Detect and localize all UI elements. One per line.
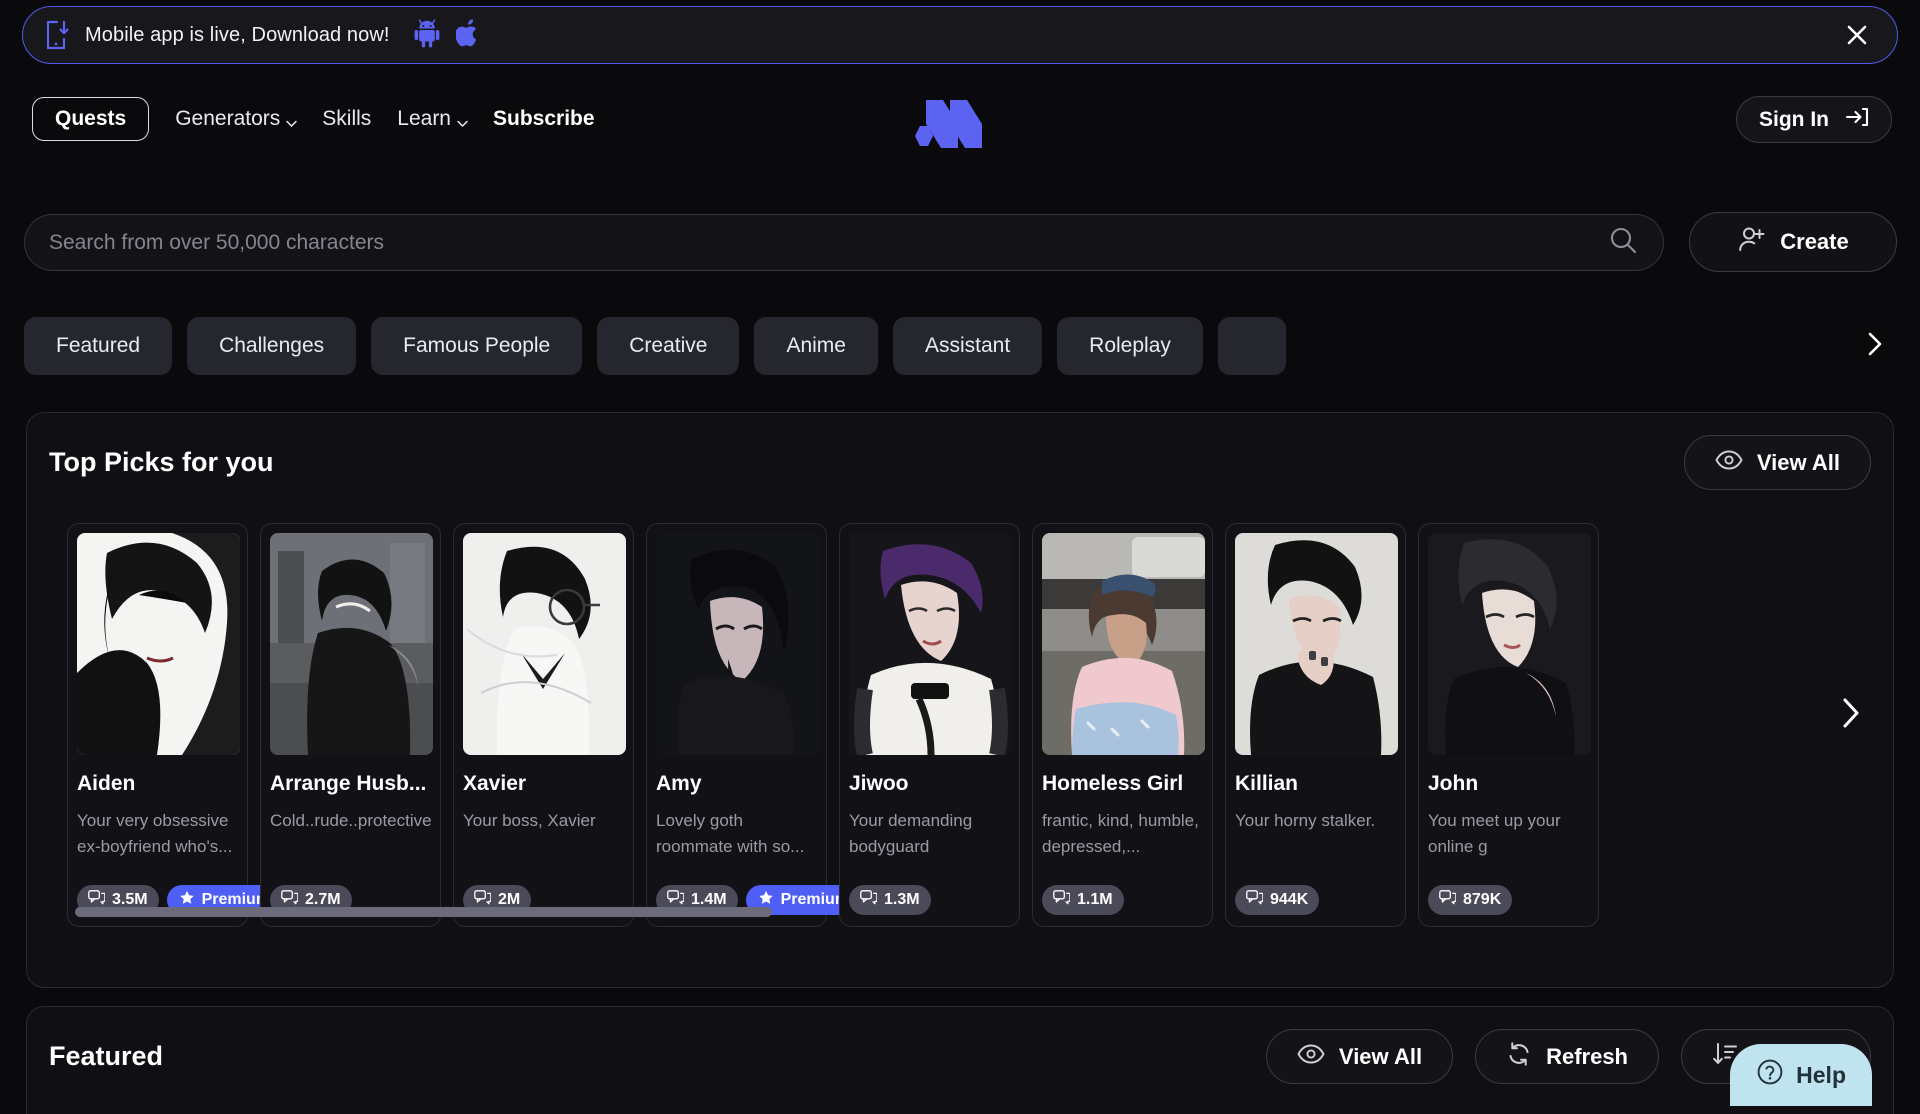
user-plus-icon (1737, 224, 1767, 260)
character-name: Killian (1235, 772, 1299, 795)
help-widget-button[interactable]: Help (1730, 1044, 1872, 1106)
nav-item-label: Generators (175, 107, 281, 130)
nav-links: Quests Generators Skills Learn Subscribe (32, 82, 595, 156)
character-thumbnail (270, 533, 433, 755)
create-label: Create (1780, 229, 1849, 254)
sign-in-button[interactable]: Sign In (1736, 96, 1892, 143)
character-desc: Your horny stalker. (1235, 811, 1376, 830)
top-picks-header: Top Picks for you View All (27, 413, 1893, 509)
banner-store-icons (414, 18, 480, 53)
chip-featured[interactable]: Featured (24, 317, 173, 375)
top-picks-carousel: Aiden Your very obsessive ex-boyfriend w… (67, 523, 1599, 927)
character-thumbnail (1235, 533, 1398, 755)
character-name: Aiden (77, 772, 136, 795)
character-name: John (1428, 772, 1479, 795)
brand-logo[interactable] (912, 96, 996, 152)
mobile-app-banner[interactable]: Mobile app is live, Download now! (22, 6, 1898, 64)
nav-item-label: Learn (397, 107, 451, 130)
character-thumbnail (1042, 533, 1205, 755)
category-chips: Featured Challenges Famous People Creati… (24, 317, 1898, 375)
featured-view-all-button[interactable]: View All (1265, 1029, 1454, 1084)
top-picks-view-all-button[interactable]: View All (1683, 435, 1871, 490)
character-desc: You meet up your online g (1428, 811, 1561, 856)
character-desc: Your very obsessive ex-boyfriend who's..… (77, 811, 233, 856)
phone-download-icon (45, 20, 71, 50)
character-thumbnail (656, 533, 819, 755)
chip-next-partial[interactable] (1217, 317, 1286, 375)
featured-refresh-label: Refresh (1546, 1043, 1628, 1069)
chip-anime[interactable]: Anime (754, 317, 878, 375)
featured-panel: Featured View All Refresh (26, 1006, 1894, 1114)
character-name: Xavier (463, 772, 527, 795)
chip-famous-people[interactable]: Famous People (371, 317, 583, 375)
sign-in-label: Sign In (1759, 107, 1829, 131)
eye-icon (1715, 450, 1743, 476)
eye-icon (1297, 1044, 1325, 1070)
nav-item-label: Skills (322, 107, 372, 130)
question-circle-icon (1756, 1058, 1784, 1092)
featured-title: Featured (49, 1041, 164, 1071)
chips-scroll-next-button[interactable] (1838, 317, 1898, 375)
android-icon[interactable] (414, 18, 440, 53)
carousel-next-button[interactable] (1831, 690, 1871, 736)
apple-icon[interactable] (454, 18, 480, 53)
character-card[interactable]: Arrange Husb... Cold..rude..protective 2… (260, 523, 441, 927)
app-root: Mobile app is live, Download now! Quests… (0, 0, 1920, 1114)
top-picks-panel: Top Picks for you View All Aiden Your ve… (26, 412, 1894, 988)
view-all-label: View All (1756, 449, 1840, 475)
character-thumbnail (849, 533, 1012, 755)
nav-item-quests[interactable]: Quests (32, 97, 150, 141)
nav-item-skills[interactable]: Skills (322, 107, 371, 131)
chip-assistant[interactable]: Assistant (892, 317, 1043, 375)
carousel-scrollbar[interactable] (75, 907, 1875, 917)
carousel-scrollbar-thumb[interactable] (75, 907, 772, 917)
sign-in-arrow-icon (1845, 106, 1869, 134)
character-name: Jiwoo (849, 772, 909, 795)
character-name: Arrange Husb... (270, 772, 427, 795)
refresh-icon (1506, 1041, 1532, 1073)
featured-refresh-button[interactable]: Refresh (1475, 1029, 1659, 1084)
chevron-down-icon (285, 112, 298, 127)
character-card[interactable]: Jiwoo Your demanding bodyguard 1.3M (839, 523, 1020, 927)
help-label: Help (1796, 1061, 1846, 1088)
character-desc: Cold..rude..protective (270, 811, 431, 830)
featured-header: Featured View All Refresh (27, 1007, 1893, 1103)
chip-creative[interactable]: Creative (597, 317, 740, 375)
chip-challenges[interactable]: Challenges (187, 317, 357, 375)
nav-item-learn[interactable]: Learn (397, 107, 468, 131)
nav-item-label: Subscribe (493, 107, 595, 130)
character-card[interactable]: John You meet up your online g 879K (1418, 523, 1599, 927)
character-card[interactable]: Homeless Girl frantic, kind, humble, dep… (1032, 523, 1213, 927)
create-button[interactable]: Create (1689, 212, 1897, 272)
character-thumbnail (463, 533, 626, 755)
main-nav: Quests Generators Skills Learn Subscribe (0, 82, 1920, 156)
character-thumbnail (77, 533, 240, 755)
character-desc: Lovely goth roommate with so... (656, 811, 805, 856)
search-input[interactable] (49, 230, 1607, 255)
chevron-down-icon (456, 112, 468, 127)
character-card[interactable]: Amy Lovely goth roommate with so... 1.4M… (646, 523, 862, 927)
search-icon[interactable] (1607, 224, 1639, 261)
featured-view-all-label: View All (1338, 1043, 1423, 1069)
nav-item-subscribe[interactable]: Subscribe (493, 107, 595, 131)
chevron-right-icon (1864, 329, 1886, 364)
character-thumbnail (1428, 533, 1591, 755)
nav-item-generators[interactable]: Generators (175, 107, 298, 131)
character-card[interactable]: Xavier Your boss, Xavier 2M (453, 523, 634, 927)
character-desc: frantic, kind, humble, depressed,... (1042, 811, 1199, 856)
character-desc: Your demanding bodyguard (849, 811, 973, 856)
page-title: Top Picks for you (49, 447, 274, 477)
character-name: Homeless Girl (1042, 772, 1184, 795)
character-card[interactable]: Killian Your horny stalker. 944K (1225, 523, 1406, 927)
character-desc: Your boss, Xavier (463, 811, 596, 830)
banner-text: Mobile app is live, Download now! (85, 23, 390, 46)
character-name: Amy (656, 772, 702, 795)
close-icon[interactable] (1839, 17, 1875, 53)
chip-roleplay[interactable]: Roleplay (1057, 317, 1203, 375)
search-bar[interactable] (24, 214, 1664, 271)
character-card[interactable]: Aiden Your very obsessive ex-boyfriend w… (67, 523, 283, 927)
